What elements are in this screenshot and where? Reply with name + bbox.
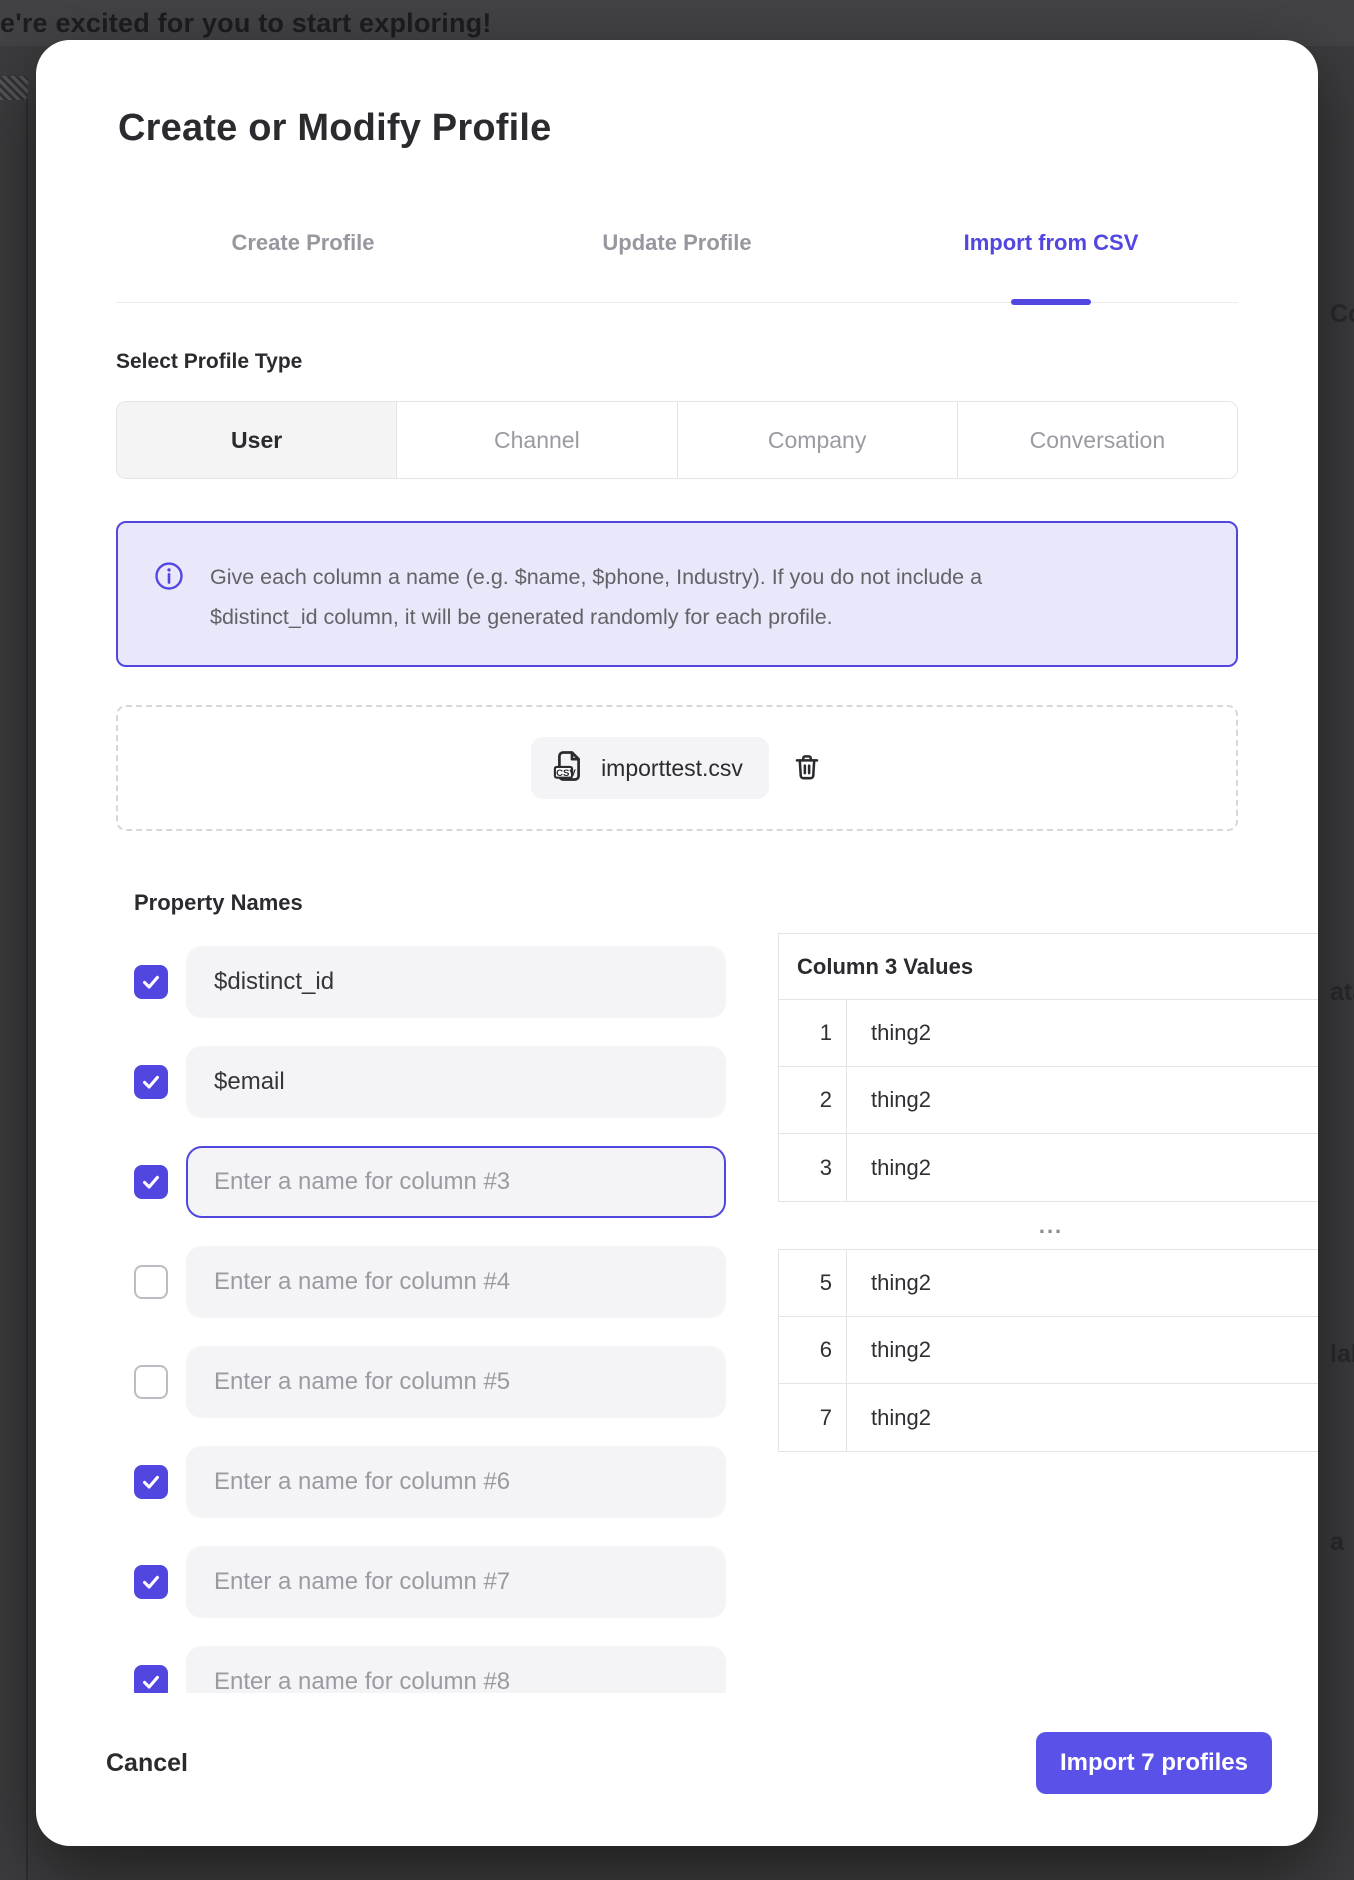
uploaded-file-name: importtest.csv [601, 755, 743, 782]
property-row [116, 1246, 732, 1318]
tab-create-profile[interactable]: Create Profile [116, 230, 490, 256]
preview-table-row: 3 thing2 [779, 1134, 1318, 1201]
preview-row-value: thing2 [847, 1134, 931, 1201]
property-name-input[interactable] [188, 948, 724, 1016]
background-text-fragment: lab [1330, 1340, 1354, 1369]
property-checkbox[interactable] [134, 1365, 168, 1399]
info-icon [154, 561, 184, 596]
property-checkbox[interactable] [134, 1265, 168, 1299]
csv-file-icon: CSV [551, 748, 587, 789]
preview-table-header: Column 3 Values [779, 934, 1318, 1000]
preview-ellipsis: ... [778, 1202, 1318, 1249]
property-checkbox[interactable] [134, 1465, 168, 1499]
checkmark-icon [140, 1171, 162, 1193]
checkmark-icon [140, 1571, 162, 1593]
property-name-field [186, 1646, 726, 1693]
trash-icon [791, 751, 823, 786]
preview-table-row: 1 thing2 [779, 1000, 1318, 1067]
preview-row-value: thing2 [847, 1384, 931, 1451]
property-name-input[interactable] [188, 1548, 724, 1616]
delete-file-button[interactable] [791, 751, 823, 786]
mapping-area: Column 3 Values 1 thing2 2 thing2 3 thin… [116, 946, 1238, 1693]
property-name-field [186, 1246, 726, 1318]
checkmark-icon [140, 1471, 162, 1493]
background-hatch-strip [0, 76, 28, 100]
property-name-field [186, 1546, 726, 1618]
active-tab-indicator [1011, 299, 1091, 305]
property-name-input[interactable] [188, 1348, 724, 1416]
info-banner-text: Give each column a name (e.g. $name, $ph… [210, 557, 982, 637]
profile-type-conversation[interactable]: Conversation [957, 402, 1237, 478]
profile-type-company[interactable]: Company [677, 402, 957, 478]
info-banner: Give each column a name (e.g. $name, $ph… [116, 521, 1238, 667]
preview-table-row: 2 thing2 [779, 1067, 1318, 1134]
preview-rows-bottom: 5 thing2 6 thing2 7 thing2 [779, 1250, 1318, 1451]
preview-row-value: thing2 [847, 1000, 931, 1066]
preview-row-index: 6 [779, 1317, 847, 1383]
preview-table-row: 6 thing2 [779, 1317, 1318, 1384]
preview-row-index: 5 [779, 1250, 847, 1316]
preview-row-value: thing2 [847, 1317, 931, 1383]
property-row [116, 1546, 732, 1618]
import-profiles-button[interactable]: Import 7 profiles [1036, 1732, 1272, 1794]
preview-row-index: 7 [779, 1384, 847, 1451]
property-name-field [186, 1146, 726, 1218]
preview-row-value: thing2 [847, 1250, 931, 1316]
property-checkbox[interactable] [134, 1665, 168, 1693]
uploaded-file-chip[interactable]: CSV importtest.csv [531, 737, 769, 799]
csv-dropzone[interactable]: CSV importtest.csv [116, 705, 1238, 831]
property-row [116, 1146, 732, 1218]
background-text-fragment: a [1330, 1528, 1344, 1557]
property-row [116, 946, 732, 1018]
preview-table-bottom: 5 thing2 6 thing2 7 thing2 [778, 1249, 1318, 1452]
property-name-input[interactable] [188, 1448, 724, 1516]
tab-update-profile[interactable]: Update Profile [490, 230, 864, 256]
property-checkbox[interactable] [134, 1065, 168, 1099]
profile-type-user[interactable]: User [117, 402, 396, 478]
background-headline: e're excited for you to start exploring! [0, 8, 492, 39]
preview-row-index: 3 [779, 1134, 847, 1201]
create-or-modify-profile-dialog: Create or Modify Profile Create Profile … [36, 40, 1318, 1846]
select-profile-type-label: Select Profile Type [116, 349, 1274, 375]
property-row [116, 1646, 732, 1693]
property-name-field [186, 1346, 726, 1418]
property-names-heading: Property Names [134, 889, 1274, 916]
preview-row-index: 1 [779, 1000, 847, 1066]
property-row [116, 1446, 732, 1518]
property-rows [116, 946, 732, 1693]
property-row [116, 1346, 732, 1418]
property-checkbox[interactable] [134, 965, 168, 999]
profile-type-channel[interactable]: Channel [396, 402, 676, 478]
property-name-field [186, 1046, 726, 1118]
checkmark-icon [140, 971, 162, 993]
checkmark-icon [140, 1671, 162, 1693]
property-name-field [186, 1446, 726, 1518]
preview-table-row: 7 thing2 [779, 1384, 1318, 1451]
property-row [116, 1046, 732, 1118]
property-name-input[interactable] [188, 1248, 724, 1316]
preview-row-index: 2 [779, 1067, 847, 1133]
preview-row-value: thing2 [847, 1067, 931, 1133]
background-text-fragment: Col [1330, 300, 1354, 329]
background-sidebar-edge [26, 98, 28, 1880]
property-name-input[interactable] [188, 1048, 724, 1116]
dialog-title: Create or Modify Profile [118, 106, 1274, 150]
preview-table-row: 5 thing2 [779, 1250, 1318, 1317]
dialog-tabs: Create Profile Update Profile Import fro… [116, 230, 1238, 303]
background-text-fragment: ata [1330, 978, 1354, 1007]
checkmark-icon [140, 1071, 162, 1093]
column-values-preview: Column 3 Values 1 thing2 2 thing2 3 thin… [778, 933, 1318, 1693]
property-name-field [186, 946, 726, 1018]
preview-table-top: Column 3 Values 1 thing2 2 thing2 3 thin… [778, 933, 1318, 1202]
profile-type-segmented-control: User Channel Company Conversation [116, 401, 1238, 479]
property-checkbox[interactable] [134, 1565, 168, 1599]
dialog-footer: Cancel Import 7 profiles [106, 1732, 1272, 1794]
cancel-button[interactable]: Cancel [106, 1749, 188, 1778]
property-name-input[interactable] [188, 1148, 724, 1216]
tab-import-from-csv[interactable]: Import from CSV [864, 230, 1238, 256]
preview-rows-top: 1 thing2 2 thing2 3 thing2 [779, 1000, 1318, 1201]
property-checkbox[interactable] [134, 1165, 168, 1199]
property-name-input[interactable] [188, 1648, 724, 1693]
